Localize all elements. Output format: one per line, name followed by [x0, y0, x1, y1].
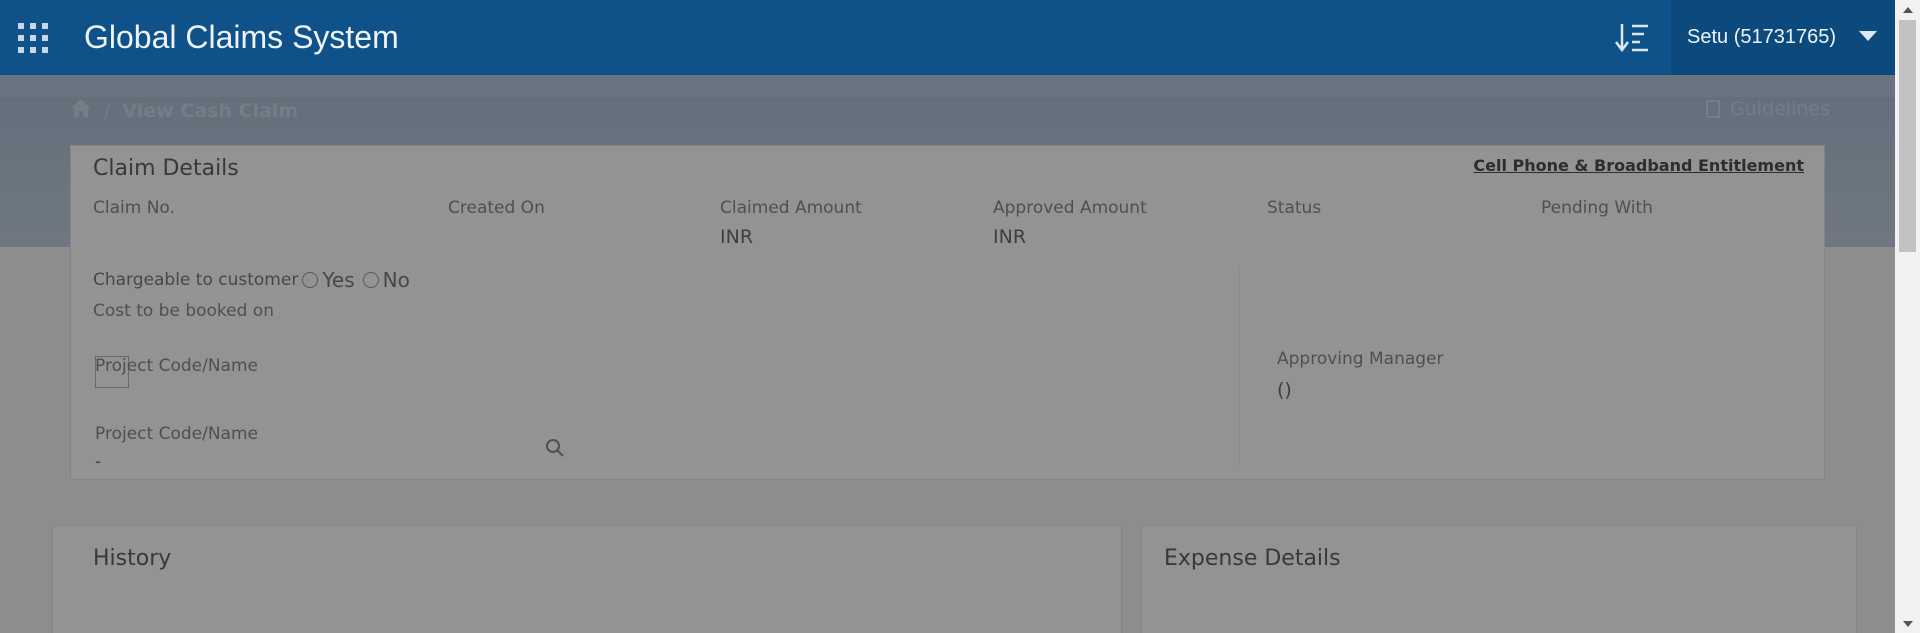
sort-icon[interactable]	[1610, 20, 1654, 56]
user-menu[interactable]: Setu (51731765)	[1671, 0, 1895, 75]
chevron-down-icon	[1859, 31, 1877, 41]
scroll-down-arrow-icon[interactable]	[1895, 615, 1920, 633]
app-launcher-icon[interactable]	[18, 22, 48, 53]
app-title: Global Claims System	[84, 19, 399, 55]
scrollbar-thumb[interactable]	[1899, 20, 1916, 252]
user-name: Setu (51731765)	[1687, 26, 1837, 48]
modal-overlay[interactable]	[0, 75, 1895, 633]
vertical-scrollbar[interactable]	[1895, 0, 1920, 633]
scroll-up-arrow-icon[interactable]	[1895, 0, 1920, 18]
top-app-bar: Global Claims System Setu (51731765)	[0, 0, 1895, 75]
